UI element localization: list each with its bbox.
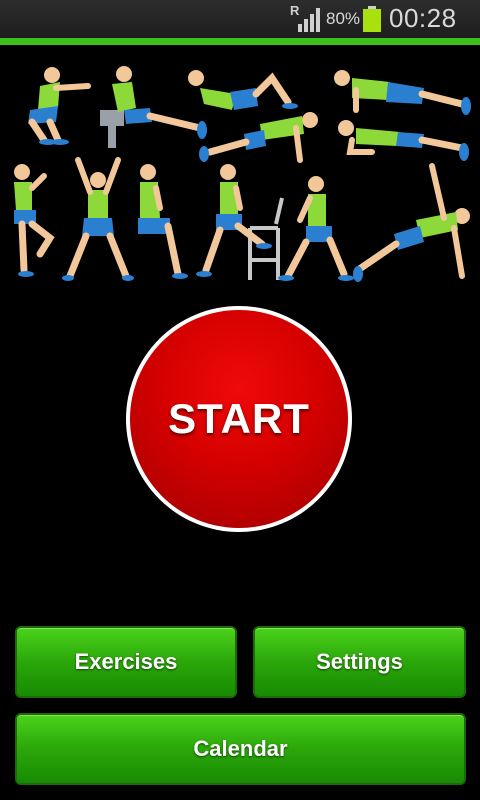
calendar-button[interactable]: Calendar bbox=[15, 713, 466, 785]
status-clock: 00:28 bbox=[389, 3, 457, 33]
signal-bars-icon bbox=[296, 6, 324, 32]
figure-high-knees bbox=[14, 164, 55, 277]
figure-crunch bbox=[188, 70, 298, 110]
calendar-button-label: Calendar bbox=[193, 736, 288, 761]
figure-squat bbox=[28, 67, 91, 145]
figure-plank bbox=[338, 120, 469, 161]
start-button[interactable]: START bbox=[130, 310, 348, 528]
exercises-button[interactable]: Exercises bbox=[15, 626, 237, 698]
figure-push-up bbox=[199, 112, 318, 163]
status-accent-line bbox=[0, 38, 480, 45]
battery-icon bbox=[363, 6, 381, 32]
settings-button[interactable]: Settings bbox=[253, 626, 466, 698]
figure-side-plank bbox=[334, 70, 471, 115]
battery-percent: 80% bbox=[326, 9, 361, 28]
start-button-label: START bbox=[168, 395, 310, 442]
figure-wall-sit bbox=[138, 164, 188, 279]
figure-step-up bbox=[196, 164, 284, 280]
exercise-figures-illustration: .skin{fill:#f2c79a;} .shirt{fill:#8ed93a… bbox=[14, 66, 471, 282]
settings-button-label: Settings bbox=[316, 649, 403, 674]
figure-jumping-jacks bbox=[62, 157, 134, 281]
figure-side-plank-rotation bbox=[353, 163, 470, 282]
figure-lunge bbox=[278, 176, 354, 281]
start-button-ring: START bbox=[126, 306, 352, 532]
exercises-button-label: Exercises bbox=[74, 649, 178, 674]
status-bar: R 80% 00:28 bbox=[0, 0, 480, 38]
